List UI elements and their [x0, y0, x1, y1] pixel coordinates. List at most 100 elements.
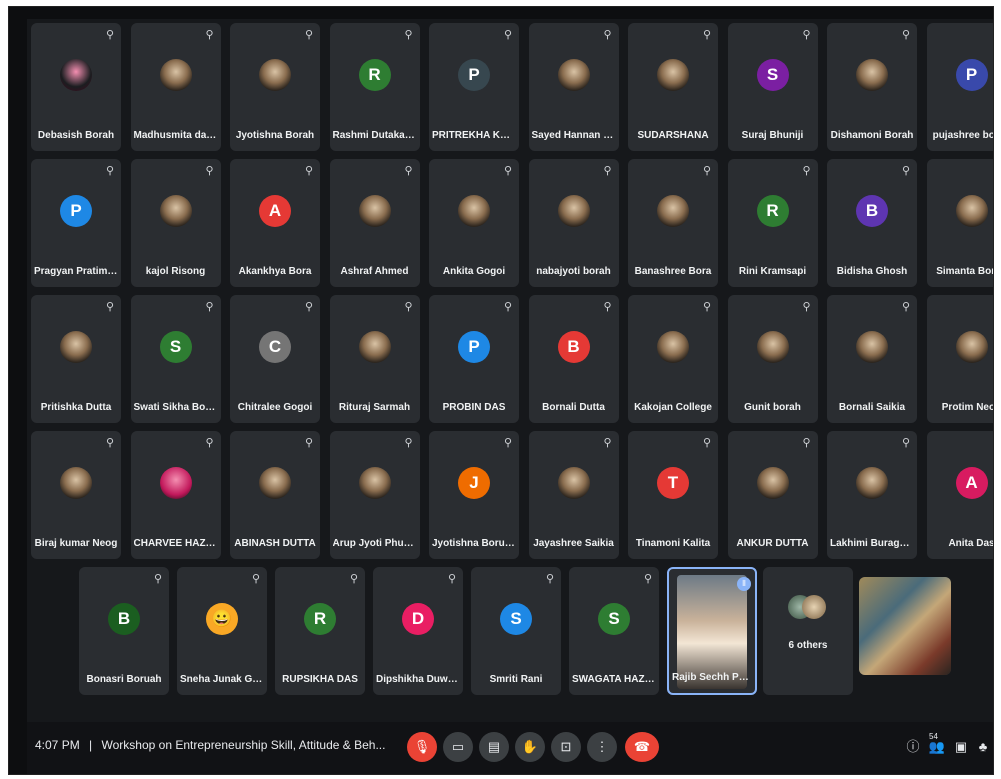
- participant-tile[interactable]: ⚲ D Dipshikha Duwarah: [373, 567, 463, 695]
- mic-muted-icon: ⚲: [105, 437, 115, 449]
- participant-name: Ashraf Ahmed: [340, 266, 409, 277]
- participant-tile[interactable]: ⚲Ppujashree borah: [926, 23, 993, 151]
- others-tile[interactable]: 6 others: [763, 567, 853, 695]
- participant-tile[interactable]: ⚲ C Chitralee Gogoi: [230, 295, 320, 423]
- participant-tile[interactable]: ⚲ Debasish Borah: [31, 23, 121, 151]
- activities-button[interactable]: ♣: [973, 737, 993, 757]
- participant-tile[interactable]: ⚲ Madhusmita das ...: [130, 23, 221, 151]
- end-call-button[interactable]: ☎: [625, 732, 659, 762]
- avatar: S: [500, 603, 532, 635]
- participant-tile[interactable]: ⚲ B Bornali Dutta: [528, 295, 619, 423]
- avatar: [358, 467, 391, 499]
- participant-tile[interactable]: ⚲ S Suraj Bhuniji: [727, 23, 818, 151]
- avatar: [955, 331, 988, 363]
- participant-tile[interactable]: ⚲ S Smriti Rani: [471, 567, 561, 695]
- participant-tile[interactable]: ⚲ P PRITREKHA KALITA: [429, 23, 519, 151]
- participant-tile[interactable]: ⚲ kajol Risong: [130, 159, 221, 287]
- participant-tile[interactable]: ⚲ R Rashmi Dutakakho...: [329, 23, 420, 151]
- participant-tile[interactable]: ⚲ Gunit borah: [727, 295, 818, 423]
- mic-muted-icon: ⚲: [545, 573, 555, 585]
- participant-tile[interactable]: ⚲ Banashree Bora: [628, 159, 718, 287]
- participant-name: Kakojan College: [634, 402, 712, 413]
- mic-off-button[interactable]: 🎙: [407, 732, 437, 762]
- participant-name: RUPSIKHA DAS: [282, 674, 358, 685]
- mic-muted-icon: ⚲: [603, 29, 612, 41]
- avatar: [159, 59, 192, 91]
- self-view-tile[interactable]: [859, 577, 951, 675]
- participant-tile[interactable]: ⚲ SUDARSHANA: [628, 23, 718, 151]
- participant-tile[interactable]: ⚲ Rituraj Sarmah: [329, 295, 420, 423]
- avatar: P: [60, 195, 92, 227]
- more-options-button[interactable]: ⋮: [587, 732, 617, 762]
- participant-tile[interactable]: ⚲ Kakojan College: [628, 295, 718, 423]
- avatar: A: [955, 467, 988, 499]
- participant-name: Sayed Hannan Ullah: [531, 130, 616, 141]
- participant-tile[interactable]: ⚲ R Rini Kramsapi: [727, 159, 818, 287]
- participant-tile[interactable]: ⚲AAnita Das: [926, 431, 993, 559]
- avatar: B: [856, 195, 888, 227]
- participant-tile[interactable]: ⚲ Lakhimi Buragohain: [827, 431, 917, 559]
- raise-hand-button[interactable]: ✋: [515, 732, 545, 762]
- participant-name: Lakhimi Buragohain: [830, 538, 914, 549]
- people-button[interactable]: 54 👥: [927, 732, 947, 757]
- avatar: [259, 59, 291, 91]
- avatar: J: [458, 467, 490, 499]
- avatar: P: [955, 59, 988, 91]
- participant-tile[interactable]: ⚲ Pritishka Dutta: [31, 295, 121, 423]
- participant-name: Anita Das: [948, 538, 993, 549]
- participant-tile[interactable]: ⚲ A Akankhya Bora: [230, 159, 320, 287]
- participant-name: Jyotishna Boruah: [432, 538, 516, 549]
- others-label: 6 others: [788, 640, 828, 651]
- participant-name: ABINASH DUTTA: [234, 538, 316, 549]
- participant-name: ANKUR DUTTA: [736, 538, 809, 549]
- participant-name: Pragyan Pratim C...: [34, 266, 118, 277]
- avatar: T: [657, 467, 689, 499]
- participant-tile[interactable]: ⚲ Ashraf Ahmed: [329, 159, 420, 287]
- participant-tile[interactable]: ⚲ R RUPSIKHA DAS: [275, 567, 365, 695]
- participant-tile[interactable]: ⚲ B Bidisha Ghosh: [827, 159, 917, 287]
- participant-tile[interactable]: ⚲ Arup Jyoti Phukan: [329, 431, 420, 559]
- chat-button[interactable]: ▣: [951, 737, 971, 757]
- info-button[interactable]: ⓘ: [903, 737, 923, 757]
- avatar: [756, 467, 789, 499]
- participant-tile[interactable]: ⚲ B Bonasri Boruah: [79, 567, 169, 695]
- camera-button[interactable]: ▭: [443, 732, 473, 762]
- participant-name: Jayashree Saikia: [533, 538, 614, 549]
- participant-name: Suraj Bhuniji: [741, 130, 804, 141]
- participant-tile[interactable]: ⚲ S SWAGATA HAZAR...: [569, 567, 659, 695]
- participant-name: pujashree borah: [932, 130, 993, 141]
- participant-tile[interactable]: ⚲ nabajyoti borah: [528, 159, 619, 287]
- participant-tile[interactable]: ⚲Protim Neog: [926, 295, 993, 423]
- captions-button[interactable]: ▤: [479, 732, 509, 762]
- participant-tile[interactable]: ⚲ Bornali Saikia: [827, 295, 917, 423]
- participant-tile[interactable]: ⚲ Biraj kumar Neog: [31, 431, 121, 559]
- mic-muted-icon: ⚲: [105, 165, 115, 177]
- avatar: [955, 195, 988, 227]
- participant-tile[interactable]: ⚲ P Pragyan Pratim C...: [31, 159, 121, 287]
- participant-tile[interactable]: ⚲ Sayed Hannan Ullah: [528, 23, 619, 151]
- participant-tile[interactable]: ⚲ ANKUR DUTTA: [727, 431, 818, 559]
- participant-tile[interactable]: ⚲ ABINASH DUTTA: [230, 431, 320, 559]
- mic-muted-icon: ⚲: [105, 29, 115, 41]
- participant-tile[interactable]: ⚲ Dishamoni Borah: [827, 23, 917, 151]
- mic-muted-icon: ⚲: [702, 301, 712, 313]
- participant-tile[interactable]: ⚲ CHARVEE HAZARI...: [130, 431, 221, 559]
- avatar: [856, 331, 888, 363]
- active-speaker-tile[interactable]: ⦀ Rajib Sechh Pandit: [667, 567, 757, 695]
- participant-tile[interactable]: ⚲ T Tinamoni Kalita: [628, 431, 718, 559]
- mic-muted-icon: ⚲: [349, 573, 359, 585]
- participant-tile[interactable]: ⚲ P PROBIN DAS: [429, 295, 519, 423]
- mic-off-icon: 🎙: [413, 739, 431, 754]
- avatar: R: [304, 603, 336, 635]
- participant-tile[interactable]: ⚲ S Swati Sikha Borah: [130, 295, 221, 423]
- participant-tile[interactable]: ⚲Simanta Borah: [926, 159, 993, 287]
- participant-name: Banashree Bora: [634, 266, 712, 277]
- participant-tile[interactable]: ⚲ 😀 Sneha Junak Gogoi: [177, 567, 267, 695]
- participant-tile[interactable]: ⚲ Jyotishna Borah: [230, 23, 320, 151]
- present-button[interactable]: ⊡: [551, 732, 581, 762]
- participant-tile[interactable]: ⚲ Jayashree Saikia: [528, 431, 619, 559]
- participant-tile[interactable]: ⚲ J Jyotishna Boruah: [429, 431, 519, 559]
- mic-muted-icon: ⚲: [205, 165, 214, 177]
- mic-muted-icon: ⚲: [304, 165, 314, 177]
- participant-tile[interactable]: ⚲ Ankita Gogoi: [429, 159, 519, 287]
